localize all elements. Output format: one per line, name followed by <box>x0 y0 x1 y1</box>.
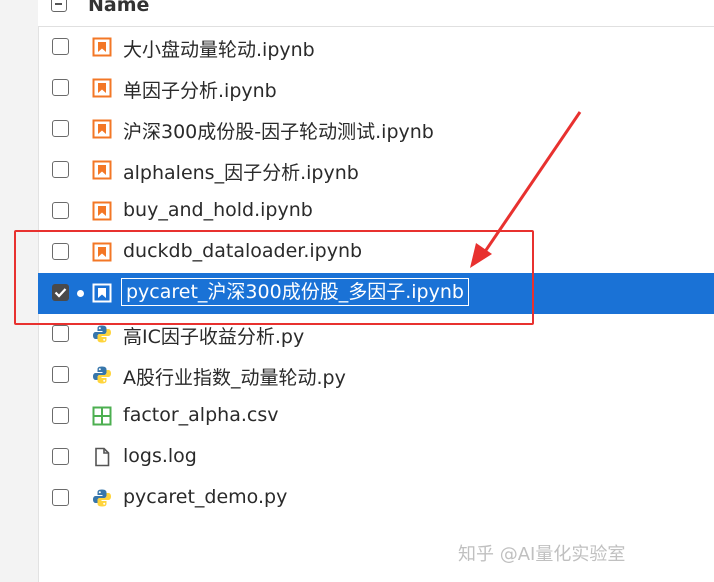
file-row[interactable]: 大小盘动量轮动.ipynb <box>38 27 714 68</box>
file-row[interactable]: 高IC因子收益分析.py <box>38 314 714 355</box>
file-name[interactable]: factor_alpha.csv <box>123 404 278 426</box>
file-list-header: Name <box>38 0 714 27</box>
file-name[interactable]: 大小盘动量轮动.ipynb <box>123 35 315 62</box>
file-name[interactable]: 沪深300成份股-因子轮动测试.ipynb <box>123 117 434 144</box>
notebook-icon <box>92 78 112 98</box>
check-icon <box>54 288 67 298</box>
name-column-header[interactable]: Name <box>88 0 149 16</box>
file-checkbox[interactable] <box>52 407 69 424</box>
watermark: 知乎 @AI量化实验室 <box>458 544 626 565</box>
file-name[interactable]: duckdb_dataloader.ipynb <box>123 240 362 262</box>
notebook-icon <box>92 37 112 57</box>
file-row[interactable]: 单因子分析.ipynb <box>38 68 714 109</box>
file-name[interactable]: logs.log <box>123 445 197 467</box>
notebook-icon <box>92 119 112 139</box>
left-gutter <box>0 0 39 582</box>
file-name[interactable]: buy_and_hold.ipynb <box>123 199 313 221</box>
spreadsheet-icon <box>92 406 112 426</box>
file-icon <box>92 447 112 467</box>
running-indicator-icon <box>77 290 84 297</box>
file-row[interactable]: pycaret_沪深300成份股_多因子.ipynb <box>38 273 714 314</box>
file-checkbox[interactable] <box>52 325 69 342</box>
python-icon <box>92 488 112 508</box>
notebook-icon <box>92 283 112 303</box>
file-checkbox[interactable] <box>52 38 69 55</box>
file-name[interactable]: 单因子分析.ipynb <box>123 76 277 103</box>
python-icon <box>92 324 112 344</box>
file-name[interactable]: pycaret_demo.py <box>123 486 287 508</box>
file-row[interactable]: buy_and_hold.ipynb <box>38 191 714 232</box>
file-row[interactable]: pycaret_demo.py <box>38 478 714 519</box>
file-name[interactable]: alphalens_因子分析.ipynb <box>123 158 359 185</box>
file-checkbox[interactable] <box>52 448 69 465</box>
file-name[interactable]: A股行业指数_动量轮动.py <box>123 363 346 390</box>
file-row[interactable]: 沪深300成份股-因子轮动测试.ipynb <box>38 109 714 150</box>
notebook-icon <box>92 201 112 221</box>
file-row[interactable]: duckdb_dataloader.ipynb <box>38 232 714 273</box>
select-all-checkbox[interactable] <box>51 0 67 12</box>
file-checkbox[interactable] <box>52 243 69 260</box>
file-checkbox[interactable] <box>52 79 69 96</box>
file-row[interactable]: factor_alpha.csv <box>38 396 714 437</box>
file-checkbox[interactable] <box>52 202 69 219</box>
file-row[interactable]: logs.log <box>38 437 714 478</box>
file-checkbox[interactable] <box>52 120 69 137</box>
file-name[interactable]: pycaret_沪深300成份股_多因子.ipynb <box>121 278 469 306</box>
file-row[interactable]: A股行业指数_动量轮动.py <box>38 355 714 396</box>
file-checkbox[interactable] <box>52 489 69 506</box>
file-row[interactable]: alphalens_因子分析.ipynb <box>38 150 714 191</box>
file-name[interactable]: 高IC因子收益分析.py <box>123 322 304 349</box>
python-icon <box>92 365 112 385</box>
notebook-icon <box>92 242 112 262</box>
notebook-icon <box>92 160 112 180</box>
file-checkbox[interactable] <box>52 284 69 301</box>
file-checkbox[interactable] <box>52 366 69 383</box>
file-checkbox[interactable] <box>52 161 69 178</box>
